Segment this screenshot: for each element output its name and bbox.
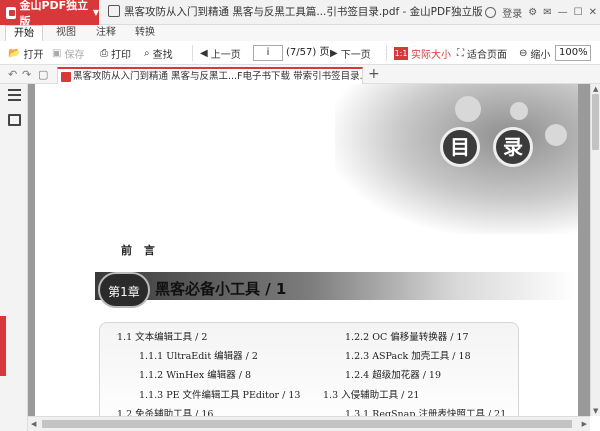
scroll-up-icon[interactable]: ▲ [593,85,598,93]
minimize-button[interactable]: — [558,7,568,18]
page-count: (7/57) 页 [286,47,330,58]
tab-view[interactable]: 视图 [48,25,84,41]
open-icon: 📂 [8,47,21,59]
prev-icon: ◀ [200,47,208,59]
undo-icon[interactable]: ↶ [8,65,17,84]
settings-icon[interactable]: ⚙ [528,7,537,18]
page-icon[interactable]: ▢ [38,65,48,84]
toc-entry: 1.1.1 UltraEdit 编辑器 / 2 [139,351,258,362]
open-label: 打开 [23,49,44,61]
actual-size-label: 实际大小 [411,49,451,61]
tab-annotate[interactable]: 注释 [88,25,124,41]
pdf-icon [61,72,71,82]
menu-bar: 开始 视图 注释 转换 [0,25,600,41]
feedback-icon[interactable]: ✉ [543,7,551,18]
fit-page-button[interactable]: ⛶ 适合页面 [457,44,507,62]
preface-heading: 前 言 [121,244,159,257]
divider [192,45,193,61]
prev-page-button[interactable]: ◀ 上一页 [200,44,241,62]
decoration-dot [510,102,528,120]
print-button[interactable]: ⎙ 打印 [100,44,131,62]
document-viewport[interactable]: 目 录 前 言 第1章 黑客必备小工具 / 1 1.1 文本编辑工具 / 2 1… [28,84,590,416]
page-number-input[interactable]: i [253,45,283,61]
scroll-left-icon[interactable]: ◀ [31,420,36,428]
mulu-char-1: 目 [440,127,480,167]
prev-label: 上一页 [210,49,241,61]
scroll-down-icon[interactable]: ▼ [593,407,598,415]
mulu-char-2: 录 [493,127,533,167]
document-icon [108,5,120,17]
toc-entry: 1.1.3 PE 文件编辑工具 PEditor / 13 [139,390,301,401]
next-icon: ▶ [330,47,338,59]
zoom-out-icon: ⊖ [519,47,528,59]
decoration-dot [545,124,567,146]
horizontal-scrollbar[interactable]: ◀ ▶ [28,416,590,431]
find-button[interactable]: ⌕ 查找 [144,44,173,62]
toc-entry: 1.1.2 WinHex 编辑器 / 8 [139,370,252,381]
toc-entry: 1.3.1 RegSnap 注册表快照工具 / 21 [345,409,507,416]
logo-icon [6,6,17,19]
app-menu-button[interactable]: 金山PDF独立版 ▼ [0,0,99,28]
save-label: 保存 [64,49,85,61]
window-controls: 登录 ⚙ ✉ — ☐ ✕ [482,0,600,25]
toc-entry: 1.2.4 超级加花器 / 19 [345,370,442,381]
scroll-right-icon[interactable]: ▶ [582,420,587,428]
next-label: 下一页 [340,49,371,61]
toc-entry: 1.2.2 OC 偏移量转换器 / 17 [345,332,469,343]
save-icon: ▣ [52,47,62,59]
chapter-badge: 第1章 [98,272,150,308]
search-icon: ⌕ [144,47,150,59]
close-button[interactable]: ✕ [589,7,597,18]
horizontal-scroll-thumb[interactable] [42,420,572,428]
next-page-button[interactable]: ▶ 下一页 [330,44,371,62]
tab-convert[interactable]: 转换 [127,25,163,41]
vertical-scrollbar[interactable]: ▲ ▼ [590,84,600,416]
login-link[interactable]: 登录 [502,5,522,20]
print-icon: ⎙ [100,47,108,59]
fit-page-label: 适合页面 [467,49,507,61]
save-button[interactable]: ▣ 保存 [52,44,84,62]
chapter-title: 黑客必备小工具 / 1 [155,280,287,298]
document-tab-bar: ↶ ↷ ▢ 黑客攻防从入门到精通 黑客与反黑工...F电子书下载 带索引书签目录… [0,65,600,84]
document-tab[interactable]: 黑客攻防从入门到精通 黑客与反黑工...F电子书下载 带索引书签目录.pdf [57,67,363,84]
user-icon[interactable] [485,7,497,18]
list-icon[interactable] [8,89,21,101]
divider [386,45,387,61]
actual-size-icon: 1:1 [394,46,408,60]
toc-entry: 1.1 文本编辑工具 / 2 [117,332,208,343]
toc-entry: 1.2 免杀辅助工具 / 16 [117,409,214,416]
left-sidebar [0,84,28,431]
maximize-button[interactable]: ☐ [574,7,583,18]
decoration-dot [455,96,481,122]
fit-page-icon: ⛶ [457,47,464,59]
window-title-text: 黑客攻防从入门到精通 黑客与反黑工具篇...引书签目录.pdf - 金山PDF独… [124,6,483,18]
zoom-input[interactable]: 100% [555,45,591,61]
zoom-out-label: 缩小 [530,49,551,61]
window-title: 黑客攻防从入门到精通 黑客与反黑工具篇...引书签目录.pdf - 金山PDF独… [108,0,483,25]
open-button[interactable]: 📂 打开 [8,44,43,62]
pdf-page: 目 录 前 言 第1章 黑客必备小工具 / 1 1.1 文本编辑工具 / 2 1… [35,84,578,416]
comment-icon[interactable] [8,114,21,126]
chevron-down-icon: ▼ [92,8,99,17]
toc-entry: 1.2.3 ASPack 加壳工具 / 18 [345,351,471,362]
document-tab-label: 黑客攻防从入门到精通 黑客与反黑工...F电子书下载 带索引书签目录.pdf [73,71,363,82]
tab-start[interactable]: 开始 [5,25,43,41]
print-label: 打印 [111,49,131,61]
title-bar: 金山PDF独立版 ▼ 黑客攻防从入门到精通 黑客与反黑工具篇...引书签目录.p… [0,0,600,28]
redo-icon[interactable]: ↷ [22,65,31,84]
sidebar-toggle-handle[interactable] [0,316,6,376]
actual-size-button[interactable]: 1:1 实际大小 [394,44,451,62]
vertical-scroll-thumb[interactable] [592,94,599,150]
toc-entry: 1.3 入侵辅助工具 / 21 [323,390,420,401]
zoom-out-button[interactable]: ⊖ 缩小 [519,44,550,62]
add-tab-button[interactable]: + [368,66,380,82]
find-label: 查找 [152,49,173,61]
